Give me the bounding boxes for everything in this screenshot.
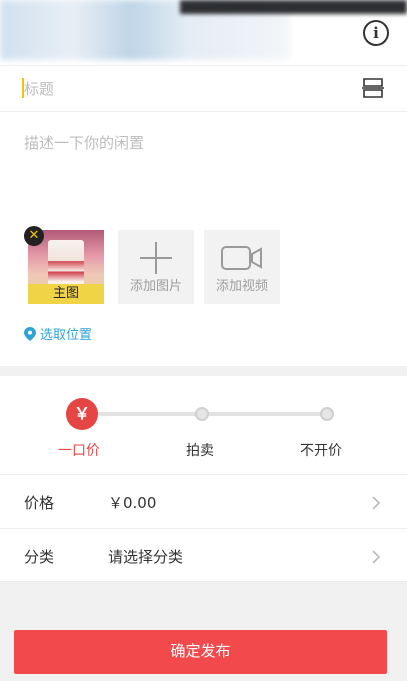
price-value: ￥0.00 xyxy=(108,494,157,512)
category-label: 分类 xyxy=(24,548,55,566)
auction-option[interactable]: 拍卖 xyxy=(186,440,214,460)
category-value: 请选择分类 xyxy=(108,548,184,566)
publish-item-screen: i 标题 描述一下你的闲置 主图 ✕ 添加图片 添加视频 选取位置 ￥ 一口价 … xyxy=(0,0,407,681)
blurred-status-bar xyxy=(180,0,407,14)
video-camera-icon xyxy=(221,246,262,270)
plus-icon xyxy=(140,242,172,274)
remove-image-icon[interactable]: ✕ xyxy=(24,226,44,246)
add-photo-button[interactable]: 添加图片 xyxy=(118,230,194,304)
scan-icon[interactable] xyxy=(361,76,385,100)
select-location-link[interactable]: 选取位置 xyxy=(24,324,92,343)
price-label: 价格 xyxy=(24,494,55,512)
add-video-label: 添加视频 xyxy=(215,279,268,294)
header: i xyxy=(0,0,407,66)
title-placeholder: 标题 xyxy=(24,80,55,98)
add-photo-label: 添加图片 xyxy=(129,279,182,294)
no-price-option-dot[interactable] xyxy=(320,407,334,421)
title-field[interactable]: 标题 xyxy=(0,66,407,112)
add-video-button[interactable]: 添加视频 xyxy=(204,230,280,304)
main-image-label: 主图 xyxy=(28,284,104,304)
chevron-right-icon xyxy=(372,496,381,510)
chevron-right-icon xyxy=(372,550,381,564)
auction-option-dot[interactable] xyxy=(195,407,209,421)
price-type-selector: ￥ 一口价 拍卖 不开价 xyxy=(0,376,407,474)
location-pin-icon xyxy=(24,326,36,341)
item-form-card: 标题 描述一下你的闲置 主图 ✕ 添加图片 添加视频 选取位置 xyxy=(0,66,407,366)
info-icon[interactable]: i xyxy=(363,20,389,46)
price-row[interactable]: 价格 ￥0.00 xyxy=(0,474,407,528)
category-row[interactable]: 分类 请选择分类 xyxy=(0,528,407,582)
location-label: 选取位置 xyxy=(40,328,93,343)
publish-button[interactable]: 确定发布 xyxy=(14,630,387,674)
no-price-option[interactable]: 不开价 xyxy=(300,440,342,460)
description-field[interactable]: 描述一下你的闲置 xyxy=(24,132,144,153)
fixed-price-option-knob[interactable]: ￥ xyxy=(66,398,98,430)
fixed-price-option[interactable]: 一口价 xyxy=(58,440,100,460)
